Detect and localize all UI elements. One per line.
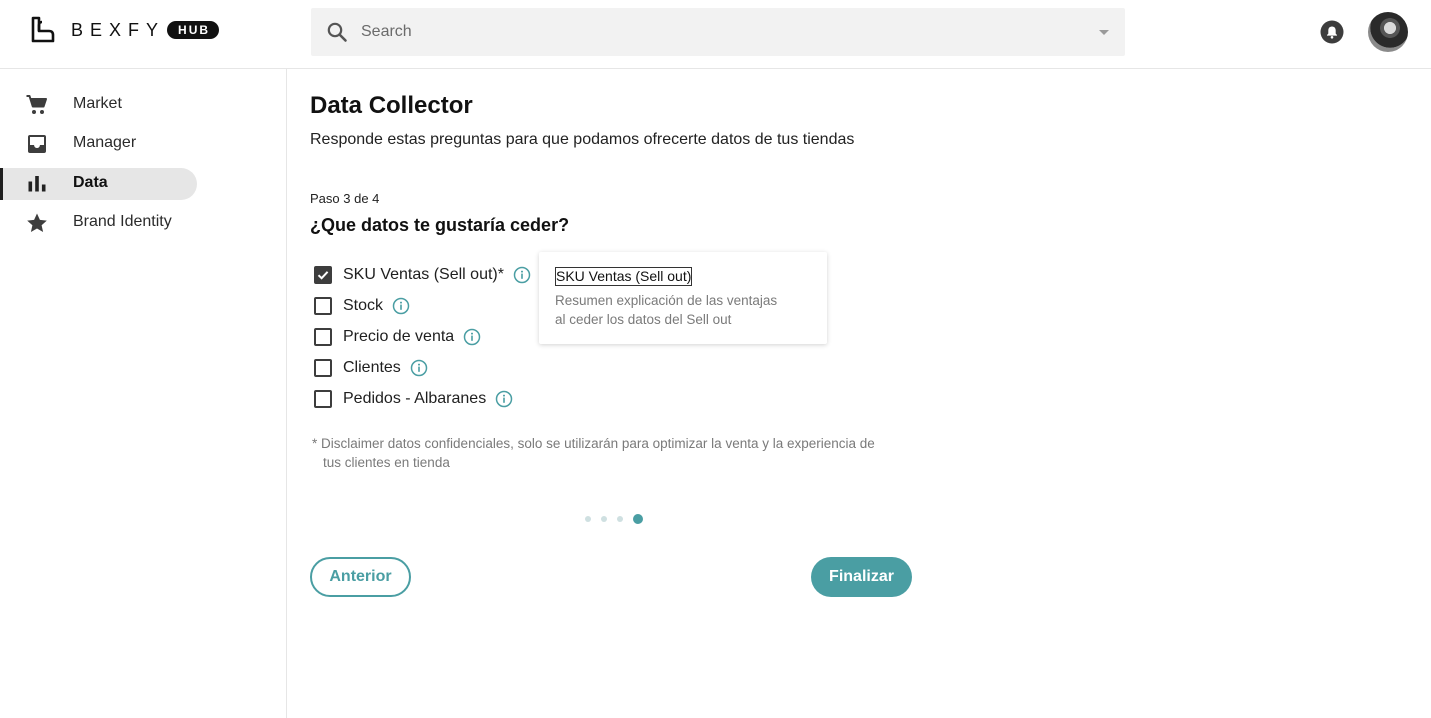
info-tooltip: SKU Ventas (Sell out) Resumen explicació… (539, 252, 827, 344)
option-label: Clientes (343, 359, 401, 376)
pagination-dot (585, 516, 591, 522)
top-header: BEXFY HUB (0, 0, 1431, 69)
question-heading: ¿Que datos te gustaría ceder? (310, 215, 570, 235)
notifications-bell-icon[interactable] (1320, 20, 1344, 44)
brand-logo[interactable]: BEXFY HUB (30, 16, 220, 44)
option-sku-ventas[interactable]: SKU Ventas (Sell out)* (314, 265, 531, 285)
page-title: Data Collector (310, 92, 473, 119)
sidebar-item-label: Data (73, 174, 108, 191)
sidebar-item-label: Manager (73, 134, 137, 151)
checkbox-precio-venta[interactable] (314, 328, 332, 346)
sidebar-item-brand-identity[interactable]: Brand Identity (0, 207, 197, 239)
brand-name: BEXFY (71, 19, 166, 40)
info-icon[interactable] (463, 328, 481, 346)
option-pedidos-albaranes[interactable]: Pedidos - Albaranes (314, 389, 513, 409)
checkmark-icon (317, 271, 329, 280)
cart-icon (26, 95, 47, 114)
tooltip-body-line: Resumen explicación de las ventajas (555, 293, 778, 308)
bexfy-logo-icon (31, 16, 55, 43)
option-clientes[interactable]: Clientes (314, 358, 428, 378)
tooltip-body: Resumen explicación de las ventajas al c… (555, 291, 805, 329)
bar-chart-icon (28, 176, 46, 192)
sidebar-item-label: Brand Identity (73, 213, 172, 230)
option-label: Stock (343, 297, 384, 314)
option-precio-venta[interactable]: Precio de venta (314, 327, 481, 347)
user-avatar[interactable] (1368, 12, 1408, 52)
checkbox-stock[interactable] (314, 297, 332, 315)
sidebar-item-data[interactable]: Data (0, 168, 197, 200)
option-label: Precio de venta (343, 328, 455, 345)
sidebar-item-manager[interactable]: Manager (0, 128, 197, 160)
disclaimer-line: * Disclaimer datos confidenciales, solo … (312, 436, 875, 451)
tooltip-title[interactable]: SKU Ventas (Sell out) (555, 267, 693, 286)
search-dropdown-icon[interactable] (1099, 30, 1109, 35)
checkbox-pedidos-albaranes[interactable] (314, 390, 332, 408)
disclaimer: * Disclaimer datos confidenciales, solo … (312, 434, 912, 472)
sidebar-item-label: Market (73, 95, 122, 112)
checkbox-clientes[interactable] (314, 359, 332, 377)
pagination-dot-active (633, 514, 643, 524)
search-icon (327, 22, 347, 42)
inbox-icon (28, 135, 46, 153)
info-icon[interactable] (495, 390, 513, 408)
pagination-dot (617, 516, 623, 522)
sidebar: Market Manager Data Brand Identity (0, 69, 287, 718)
disclaimer-line: tus clientes en tienda (323, 455, 450, 470)
search-input[interactable] (361, 20, 1061, 44)
search-bar[interactable] (311, 8, 1125, 56)
option-label: Pedidos - Albaranes (343, 390, 487, 407)
info-icon[interactable] (392, 297, 410, 315)
page-subtitle: Responde estas preguntas para que podamo… (310, 131, 855, 148)
step-pagination (585, 514, 643, 524)
info-icon[interactable] (410, 359, 428, 377)
pagination-dot (601, 516, 607, 522)
brand-badge: HUB (167, 21, 220, 39)
previous-button[interactable]: Anterior (310, 557, 411, 597)
option-stock[interactable]: Stock (314, 296, 410, 316)
checkbox-sku-ventas[interactable] (314, 266, 332, 284)
star-icon (27, 213, 47, 232)
tooltip-body-line: al ceder los datos del Sell out (555, 312, 732, 327)
sidebar-item-market[interactable]: Market (0, 89, 197, 121)
option-label: SKU Ventas (Sell out)* (343, 266, 504, 283)
finish-button[interactable]: Finalizar (811, 557, 912, 597)
step-indicator: Paso 3 de 4 (310, 191, 380, 206)
info-icon[interactable] (513, 266, 531, 284)
